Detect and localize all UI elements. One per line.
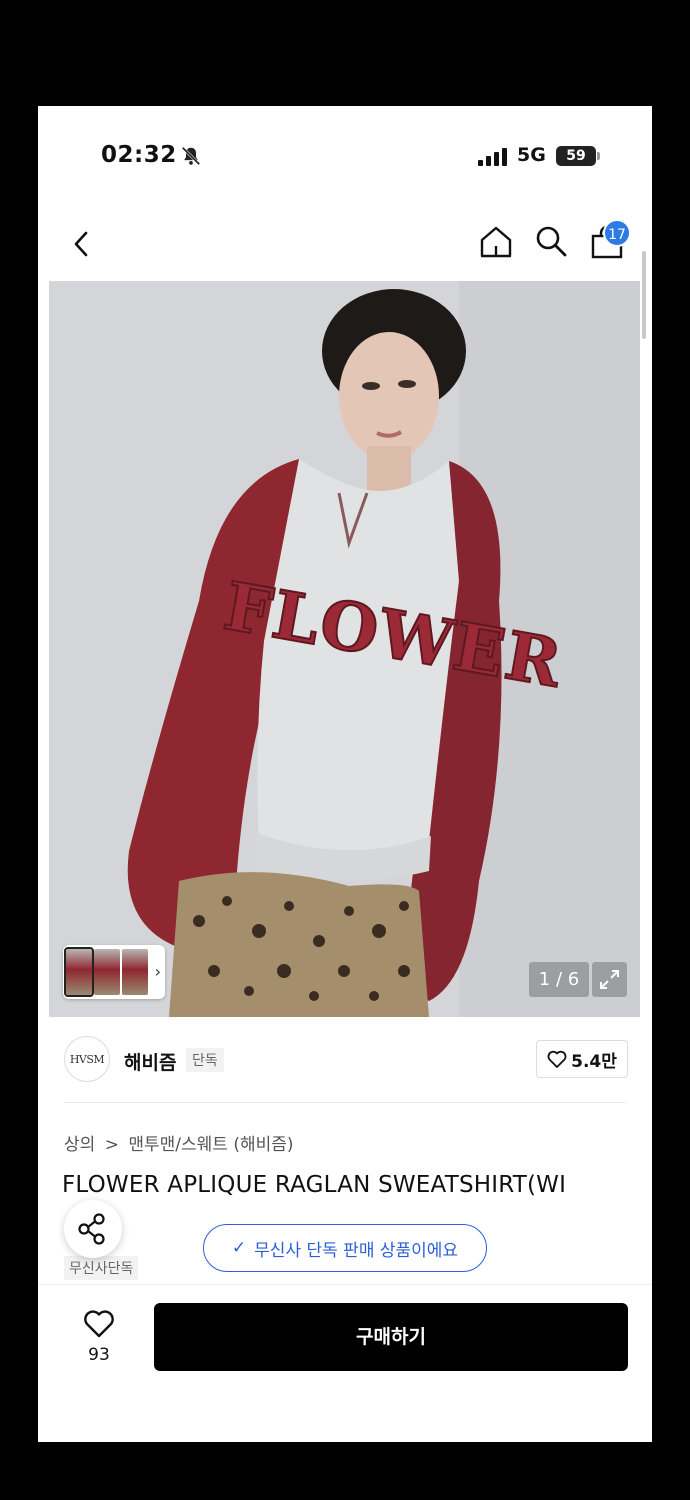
bottom-action-bar: 93 구매하기	[38, 1284, 652, 1384]
back-chevron-icon[interactable]	[68, 228, 96, 260]
scrollbar[interactable]	[642, 251, 646, 339]
chevron-right-icon[interactable]: ›	[155, 962, 161, 981]
check-icon: ✓	[231, 1238, 247, 1258]
breadcrumb: 상의 > 맨투맨/스웨트 (해비즘)	[64, 1130, 294, 1155]
app-screen: 02:32 5G 59 17 FLOWER › 1 / 6 HVSM 해비즘 단…	[38, 106, 652, 1442]
home-icon[interactable]	[478, 224, 514, 260]
thumbnail-strip[interactable]: ›	[63, 945, 165, 999]
battery-icon: 59	[556, 146, 596, 166]
product-image-gallery[interactable]: FLOWER › 1 / 6	[49, 281, 640, 1017]
toast-message: 무신사 단독 판매 상품이에요	[254, 1240, 459, 1261]
wishlist-heart-icon[interactable]	[83, 1309, 115, 1339]
buy-button[interactable]: 구매하기	[154, 1303, 628, 1371]
product-photo: FLOWER	[49, 281, 640, 1017]
thumbnail[interactable]	[94, 949, 120, 995]
bell-muted-icon	[181, 146, 201, 166]
search-icon[interactable]	[534, 224, 568, 258]
breadcrumb-separator: >	[104, 1135, 119, 1155]
musinsa-exclusive-tag: 무신사단독	[64, 1256, 139, 1280]
brand-like-button[interactable]: 5.4만	[536, 1040, 628, 1078]
wishlist-count: 93	[88, 1345, 110, 1365]
thumbnail[interactable]	[122, 949, 148, 995]
top-nav	[38, 216, 652, 276]
battery-tip	[597, 152, 600, 160]
brand-logo[interactable]: HVSM	[64, 1036, 110, 1082]
divider	[64, 1102, 626, 1103]
thumbnail[interactable]	[64, 947, 94, 997]
cart-count-badge: 17	[603, 219, 631, 247]
exclusive-badge: 단독	[186, 1048, 224, 1072]
signal-icon	[478, 148, 507, 166]
breadcrumb-subcategory[interactable]: 맨투맨/스웨트 (해비즘)	[128, 1135, 293, 1155]
image-pager: 1 / 6	[529, 962, 589, 997]
product-title: FLOWER APLIQUE RAGLAN SWEATSHIRT(WI	[62, 1172, 567, 1198]
network-label: 5G	[517, 144, 546, 166]
share-button[interactable]	[64, 1200, 122, 1258]
status-bar: 02:32 5G 59	[38, 106, 652, 206]
breadcrumb-category[interactable]: 상의	[64, 1135, 95, 1155]
brand-name[interactable]: 해비즘	[124, 1048, 176, 1075]
share-icon	[78, 1213, 105, 1245]
heart-icon	[547, 1050, 567, 1068]
status-time: 02:32	[101, 142, 177, 168]
exclusive-toast: ✓ 무신사 단독 판매 상품이에요	[203, 1224, 487, 1272]
expand-icon[interactable]	[592, 962, 627, 997]
brand-like-count: 5.4만	[571, 1051, 617, 1072]
